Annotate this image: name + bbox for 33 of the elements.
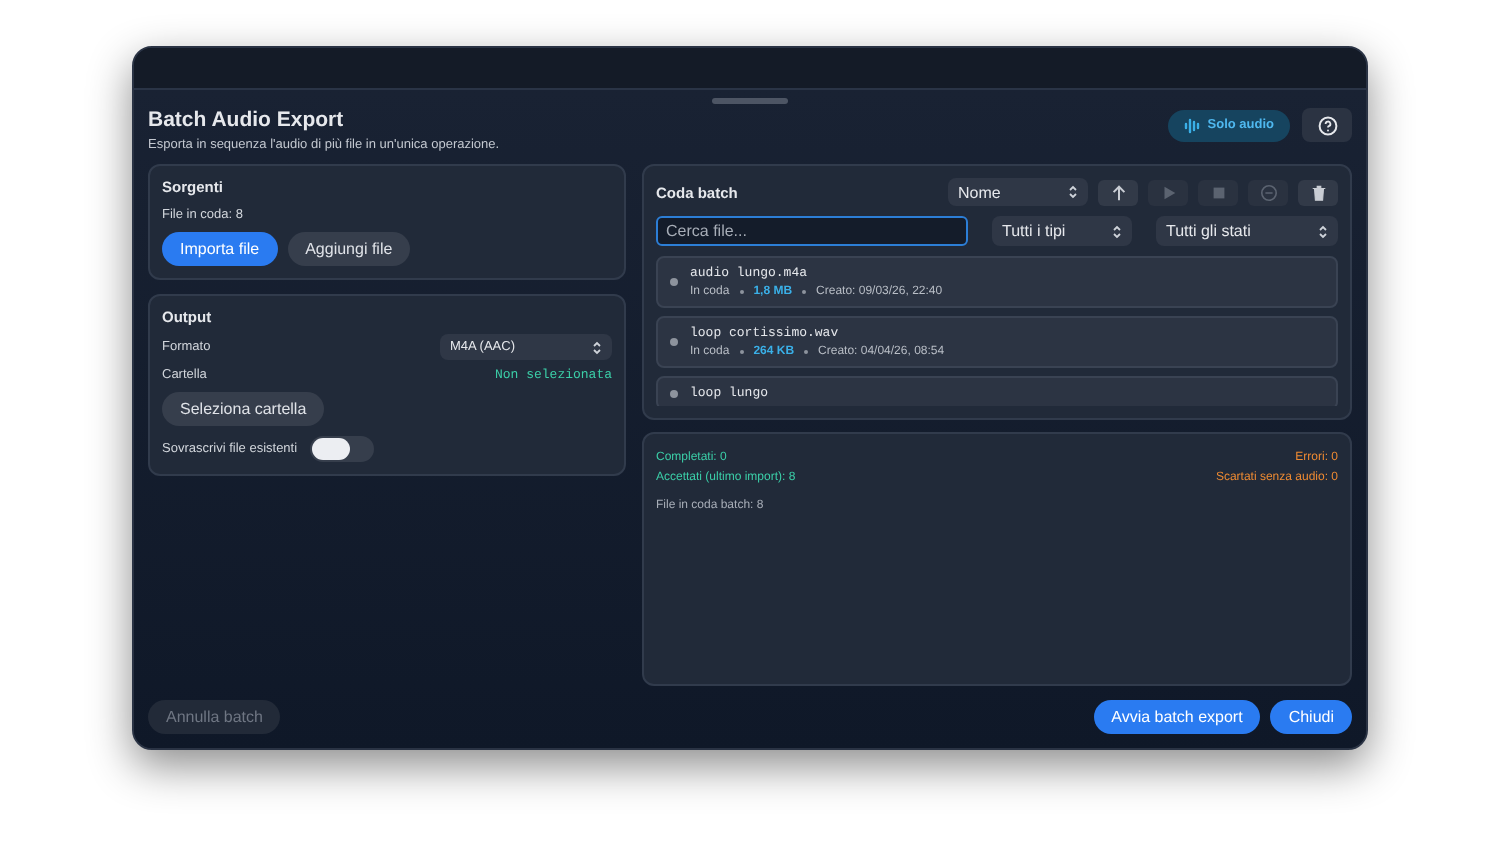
search-field[interactable]: Cerca file... (656, 216, 968, 246)
type-filter-select[interactable]: Tutti i tipi (992, 216, 1132, 246)
toolbar-button[interactable] (1098, 179, 1138, 205)
sort-select[interactable]: Nome (948, 178, 1088, 206)
chevron-icon (592, 339, 602, 355)
chevron-icon (1112, 223, 1122, 239)
play-icon (1159, 183, 1177, 201)
overwrite-toggle[interactable] (309, 436, 374, 462)
window-title: Batch Audio Export (148, 108, 346, 132)
import-button[interactable]: Importa file (162, 232, 278, 266)
stop-icon (1209, 183, 1227, 201)
status-dot-icon (670, 278, 678, 286)
separator-dot-icon (804, 350, 809, 354)
up-arrow-icon (1109, 183, 1127, 201)
minus-circle-icon (1259, 183, 1277, 201)
toolbar-button[interactable] (1298, 179, 1338, 205)
separator-dot-icon (739, 290, 744, 294)
trash-icon (1309, 183, 1327, 201)
footer-button[interactable]: Avvia batch export (1093, 700, 1261, 734)
separator-dot-icon (739, 350, 744, 354)
choose-folder-button[interactable]: Seleziona cartella (162, 392, 325, 426)
help-button[interactable] (1302, 108, 1352, 142)
help-icon (1317, 115, 1337, 135)
status-dot-icon (670, 389, 678, 397)
drag-handle[interactable] (712, 98, 788, 104)
status-filter-select[interactable]: Tutti gli stati (1156, 216, 1338, 246)
import-button[interactable]: Aggiungi file (287, 232, 411, 266)
waveform-icon (1183, 117, 1200, 133)
chevron-icon (1068, 184, 1078, 200)
chevron-icon (1318, 223, 1328, 239)
separator-dot-icon (802, 290, 807, 294)
footer-button[interactable]: Chiudi (1270, 700, 1352, 734)
status-dot-icon (670, 338, 678, 346)
